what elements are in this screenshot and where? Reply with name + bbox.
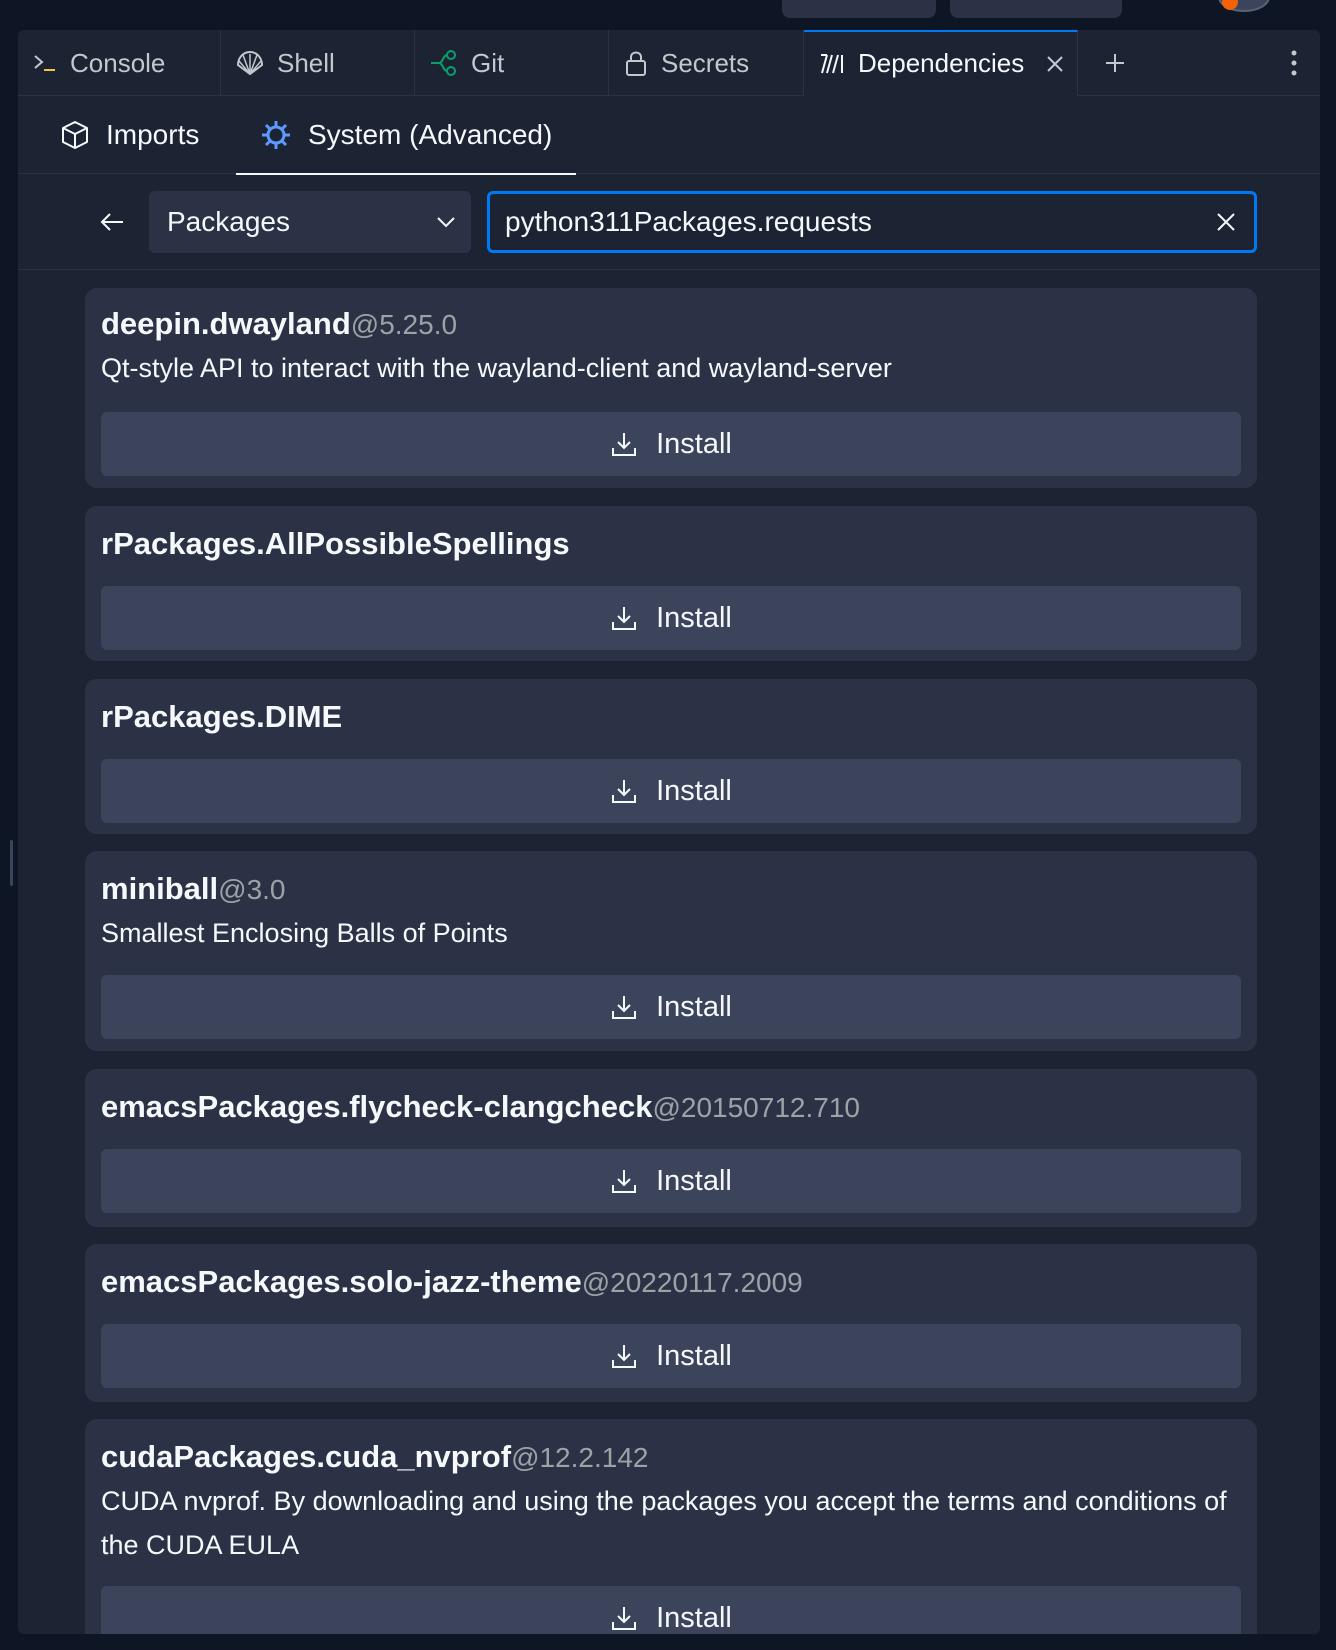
shell-icon bbox=[236, 50, 264, 76]
select-value: Packages bbox=[167, 206, 290, 237]
package-description: Smallest Enclosing Balls of Points bbox=[101, 918, 508, 948]
install-button[interactable]: Install bbox=[101, 759, 1241, 823]
back-button[interactable] bbox=[94, 204, 130, 240]
package-card: emacsPackages.flycheck-clangcheck@201507… bbox=[85, 1069, 1257, 1227]
package-version: @20220117.2009 bbox=[581, 1267, 803, 1298]
install-button[interactable]: Install bbox=[101, 1324, 1241, 1388]
tab-label: Dependencies bbox=[858, 48, 1025, 78]
dependencies-icon bbox=[821, 53, 843, 73]
package-version: @3.0 bbox=[218, 874, 286, 905]
search-query: python311Packages.requests bbox=[505, 206, 872, 237]
download-icon bbox=[612, 1607, 637, 1630]
package-type-select[interactable]: Packages bbox=[149, 191, 471, 253]
add-tab-button[interactable] bbox=[1098, 46, 1132, 80]
tab-bar: Console Shell Git Secrets Dependencies bbox=[18, 30, 1320, 96]
download-icon bbox=[612, 433, 637, 456]
package-name: emacsPackages.flycheck-clangcheck@201507… bbox=[101, 1089, 860, 1124]
package-name: cudaPackages.cuda_nvprof@12.2.142 bbox=[101, 1439, 649, 1474]
git-icon bbox=[431, 50, 456, 76]
package-card: miniball@3.0 Smallest Enclosing Balls of… bbox=[85, 851, 1257, 1051]
tab-label: Shell bbox=[277, 47, 335, 78]
tab-shell[interactable]: Shell bbox=[221, 30, 415, 96]
resize-handle[interactable] bbox=[10, 840, 13, 886]
plus-icon bbox=[1106, 54, 1124, 72]
package-description: Qt-style API to interact with the waylan… bbox=[101, 353, 892, 383]
package-name: miniball@3.0 bbox=[101, 871, 286, 906]
tab-console[interactable]: Console bbox=[18, 30, 221, 96]
package-version: @12.2.142 bbox=[511, 1442, 649, 1473]
install-button[interactable]: Install bbox=[101, 412, 1241, 476]
download-icon bbox=[612, 780, 637, 803]
download-icon bbox=[612, 1170, 637, 1193]
package-name: rPackages.DIME bbox=[101, 699, 343, 734]
tab-label: Git bbox=[471, 47, 505, 78]
tab-label: Secrets bbox=[661, 47, 750, 78]
package-card: rPackages.DIME Install bbox=[85, 679, 1257, 834]
package-card: deepin.dwayland@5.25.0 Qt-style API to i… bbox=[85, 288, 1257, 488]
install-button[interactable]: Install bbox=[101, 586, 1241, 650]
close-icon[interactable] bbox=[1043, 52, 1067, 76]
subtab-system-advanced[interactable]: System (Advanced) bbox=[236, 96, 577, 175]
top-bar-button[interactable] bbox=[950, 0, 1122, 18]
install-button[interactable]: Install bbox=[101, 1149, 1241, 1213]
nix-icon bbox=[262, 121, 290, 149]
package-description: CUDA nvprof. By downloading and using th… bbox=[101, 1486, 1227, 1560]
more-vertical-icon bbox=[1291, 50, 1297, 76]
top-bar-button[interactable] bbox=[782, 0, 936, 18]
clear-search-button[interactable] bbox=[1212, 208, 1240, 236]
chevron-down-icon bbox=[437, 217, 455, 228]
tab-dependencies[interactable]: Dependencies bbox=[804, 30, 1078, 96]
package-search-row: Packages python311Packages.requests bbox=[18, 174, 1320, 270]
package-card: cudaPackages.cuda_nvprof@12.2.142 CUDA n… bbox=[85, 1419, 1257, 1634]
package-version: @5.25.0 bbox=[350, 309, 458, 340]
arrow-left-icon bbox=[100, 213, 123, 231]
package-name: deepin.dwayland@5.25.0 bbox=[101, 306, 458, 341]
package-card: rPackages.AllPossibleSpellings Install bbox=[85, 506, 1257, 661]
package-version: @20150712.710 bbox=[652, 1092, 860, 1123]
app-top-bar bbox=[0, 0, 1336, 30]
left-pane-edge bbox=[0, 30, 18, 1650]
subtab-label: Imports bbox=[106, 119, 200, 150]
subtab-label: System (Advanced) bbox=[308, 119, 553, 150]
tab-label: Console bbox=[70, 47, 166, 78]
download-icon bbox=[612, 996, 637, 1019]
download-icon bbox=[612, 1345, 637, 1368]
install-button[interactable]: Install bbox=[101, 975, 1241, 1039]
dependencies-pane: Console Shell Git Secrets Dependencies I… bbox=[18, 30, 1320, 1634]
lock-icon bbox=[626, 51, 646, 76]
tab-git[interactable]: Git bbox=[415, 30, 609, 96]
dependencies-subtabs: Imports System (Advanced) bbox=[18, 96, 1320, 175]
cube-icon bbox=[62, 121, 88, 149]
package-name: rPackages.AllPossibleSpellings bbox=[101, 526, 570, 561]
console-icon bbox=[34, 55, 55, 71]
close-icon bbox=[1217, 213, 1235, 231]
more-options-button[interactable] bbox=[1282, 46, 1306, 80]
download-icon bbox=[612, 607, 637, 630]
tab-secrets[interactable]: Secrets bbox=[609, 30, 804, 96]
install-button[interactable]: Install bbox=[101, 1586, 1241, 1634]
package-card: emacsPackages.solo-jazz-theme@20220117.2… bbox=[85, 1244, 1257, 1402]
search-input[interactable]: python311Packages.requests bbox=[487, 191, 1257, 253]
subtab-imports[interactable]: Imports bbox=[60, 96, 199, 174]
package-name: emacsPackages.solo-jazz-theme@20220117.2… bbox=[101, 1264, 803, 1299]
